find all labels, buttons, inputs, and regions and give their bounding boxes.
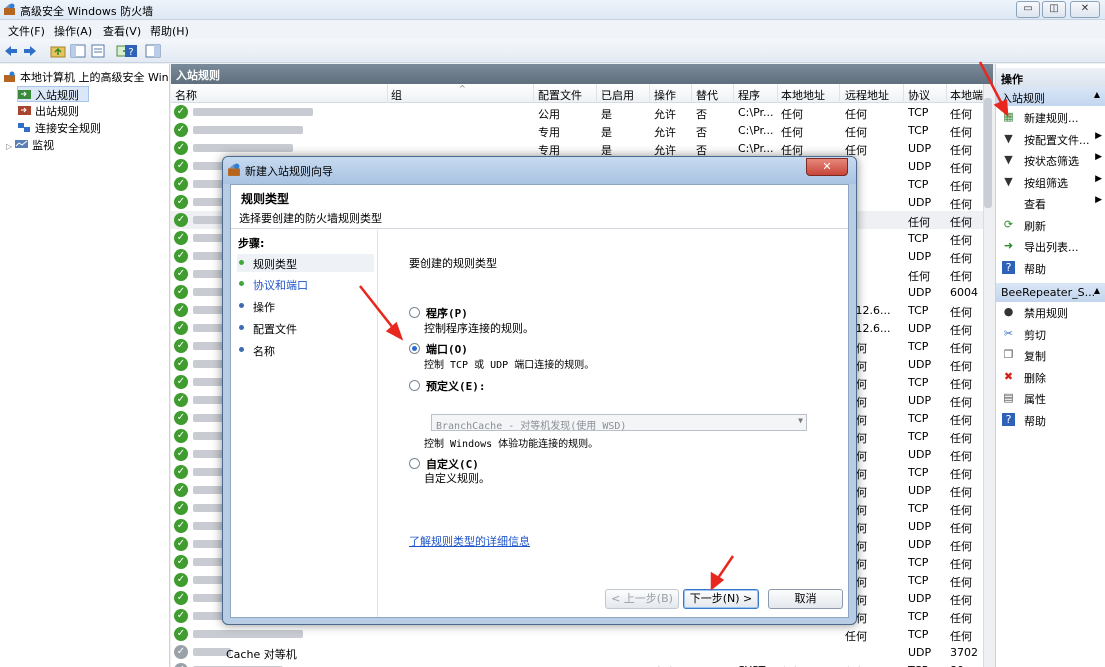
annotation-arrow-port	[359, 285, 404, 341]
annotation-arrow-next	[710, 555, 735, 591]
annotation-arrow-new-rule	[978, 61, 1009, 117]
annotation-arrows	[359, 61, 1009, 591]
